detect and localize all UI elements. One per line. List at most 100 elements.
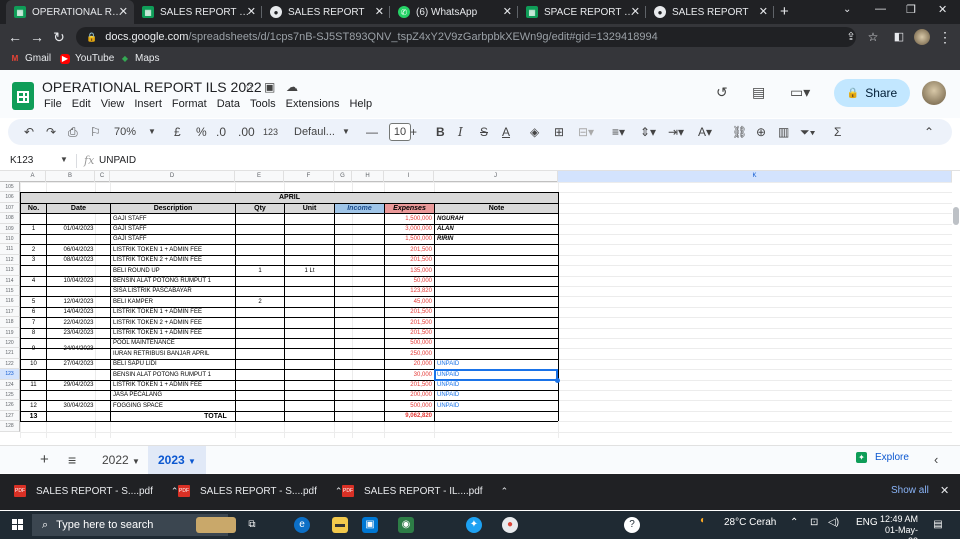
browser-tab-sales-report-3[interactable]: ● SALES REPORT ✕ <box>646 0 774 24</box>
fill-handle[interactable] <box>555 378 560 383</box>
column-header-i[interactable]: I <box>384 171 434 182</box>
cell-description[interactable]: GAJI STAFF <box>111 235 235 244</box>
close-icon[interactable]: ✕ <box>759 6 768 18</box>
menu-insert[interactable]: Insert <box>134 98 162 110</box>
cell-no[interactable] <box>21 370 46 380</box>
chevron-down-icon[interactable]: ▼ <box>342 124 350 140</box>
header-expenses[interactable]: Expenses <box>385 204 434 213</box>
cell-income[interactable] <box>335 339 384 348</box>
percent-format-button[interactable]: % <box>196 124 207 140</box>
chevron-down-icon[interactable]: ▼ <box>188 457 196 466</box>
chrome-taskbar-icon[interactable]: ● <box>502 517 518 533</box>
profile-avatar[interactable] <box>914 29 930 45</box>
cell-expenses[interactable]: 201,500 <box>385 256 434 265</box>
number-format-button[interactable]: 123 <box>263 124 278 140</box>
cell-description[interactable]: GAJI STAFF <box>111 225 235 234</box>
row-header[interactable]: 111 <box>0 244 20 255</box>
cell-expenses[interactable]: 20,000 <box>385 360 434 369</box>
cell-note[interactable] <box>435 329 558 338</box>
add-sheet-button[interactable]: + <box>30 446 59 474</box>
bold-button[interactable]: B <box>436 124 445 140</box>
download-item-2[interactable]: PDF SALES REPORT - S....pdf ⌃ <box>178 485 342 497</box>
cell-expenses[interactable]: 201,500 <box>385 318 434 328</box>
cell-expenses[interactable]: 45,000 <box>385 297 434 307</box>
document-title[interactable]: OPERATIONAL REPORT ILS 2022 <box>42 79 262 95</box>
cell-date[interactable] <box>47 391 110 400</box>
all-sheets-button[interactable]: ≡ <box>58 446 86 474</box>
cell-unit[interactable] <box>285 308 334 317</box>
cell-no[interactable] <box>21 391 46 400</box>
cell-date[interactable]: 12/04/2023 <box>47 297 110 307</box>
address-bar[interactable]: 🔒 docs.google.com/spreadsheets/d/1cps7nB… <box>76 27 856 47</box>
cell-unit[interactable] <box>285 339 334 348</box>
cell-note[interactable]: RIRIN <box>435 235 558 244</box>
collapse-toolbar-icon[interactable]: ⌃ <box>924 124 934 140</box>
cell-expenses[interactable]: 1,500,000 <box>385 235 434 244</box>
cell-date[interactable]: 27/04/2023 <box>47 360 110 369</box>
browser-tab-sales-report-2[interactable]: ● SALES REPORT ✕ <box>262 0 390 24</box>
total-value[interactable]: 9,062,820 <box>385 412 434 421</box>
cell-description[interactable]: POOL MAINTENANCE <box>111 339 235 348</box>
cell-date[interactable] <box>47 370 110 380</box>
taskbar-clock[interactable]: 12:49 AM 01-May-23 <box>878 514 918 547</box>
cell-description[interactable]: LISTRIK TOKEN 2 + ADMIN FEE <box>111 256 235 265</box>
header-income[interactable]: Income <box>335 204 384 213</box>
cell-qty[interactable] <box>236 225 284 234</box>
spreadsheet-grid[interactable]: ABCDEFGHIJK 105 106 107 108 109 110 111 112 113 1… <box>0 171 952 438</box>
file-explorer-icon[interactable]: ▬ <box>332 517 348 533</box>
formula-input[interactable]: UNPAID <box>99 155 136 166</box>
cell-description[interactable]: LISTRIK TOKEN 1 + ADMIN FEE <box>111 245 235 255</box>
cell-note[interactable]: UNPAID <box>435 381 558 390</box>
row-header[interactable]: 119 <box>0 328 20 338</box>
horizontal-align-icon[interactable]: ≡▾ <box>612 124 625 140</box>
cell-income[interactable] <box>335 360 384 369</box>
font-size-input[interactable]: 10 <box>389 123 411 141</box>
sheets-logo-icon[interactable] <box>12 82 34 110</box>
column-header-j[interactable]: J <box>434 171 558 182</box>
cell-no[interactable]: 2 <box>21 245 46 255</box>
minimize-icon[interactable]: — <box>875 3 886 15</box>
cell-description[interactable]: BENSIN ALAT POTONG RUMPUT 1 <box>111 277 235 286</box>
cell-qty[interactable] <box>236 401 284 411</box>
menu-edit[interactable]: Edit <box>72 98 91 110</box>
cell-no[interactable]: 8 <box>21 329 46 338</box>
account-avatar[interactable] <box>922 81 946 105</box>
font-select[interactable]: Defaul... <box>294 124 335 140</box>
header-note[interactable]: Note <box>435 204 558 213</box>
row-header[interactable]: 115 <box>0 286 20 296</box>
row-header[interactable]: 106 <box>0 192 20 203</box>
cell-note[interactable] <box>435 318 558 328</box>
merge-cells-icon[interactable]: ⊟▾ <box>578 124 594 140</box>
cell-note[interactable] <box>435 277 558 286</box>
strikethrough-button[interactable]: S <box>480 124 488 140</box>
browser-tab-space-report[interactable]: ▦ SPACE REPORT - Goo ✕ <box>518 0 646 24</box>
window-close-icon[interactable]: ✕ <box>938 3 947 16</box>
paint-format-icon[interactable]: ⚐ <box>90 124 101 140</box>
help-icon[interactable]: ? <box>624 517 640 533</box>
cell-description[interactable]: BELI SAPU LIDI <box>111 360 235 369</box>
chevron-up-icon[interactable]: ⌃ <box>790 517 798 528</box>
row-header[interactable]: 114 <box>0 276 20 286</box>
cell-date[interactable]: 23/04/2023 <box>47 329 110 338</box>
cell-unit[interactable] <box>285 225 334 234</box>
row-header[interactable]: 122 <box>0 359 20 369</box>
cell-qty[interactable] <box>236 214 284 224</box>
cell-unit[interactable] <box>285 391 334 400</box>
cell-income[interactable] <box>335 381 384 390</box>
cell-date[interactable]: 30/04/2023 <box>47 401 110 411</box>
windows-start-icon[interactable] <box>12 519 24 531</box>
cell-description[interactable]: BELI ROUND UP <box>111 266 235 276</box>
menu-data[interactable]: Data <box>217 98 240 110</box>
cell-income[interactable] <box>335 329 384 338</box>
menu-file[interactable]: File <box>44 98 62 110</box>
browser-menu-icon[interactable]: ⋮ <box>936 28 954 46</box>
cell-unit[interactable] <box>285 256 334 265</box>
print-icon[interactable]: ⎙ <box>68 124 78 140</box>
cell-no-merged[interactable]: 1 <box>21 214 46 244</box>
version-history-icon[interactable]: ↺ <box>716 84 728 101</box>
chevron-down-icon[interactable]: ▼ <box>60 155 68 164</box>
cell-income[interactable] <box>335 318 384 328</box>
header-description[interactable]: Description <box>111 204 235 213</box>
cell-note[interactable] <box>435 297 558 307</box>
undo-icon[interactable]: ↶ <box>24 124 34 140</box>
